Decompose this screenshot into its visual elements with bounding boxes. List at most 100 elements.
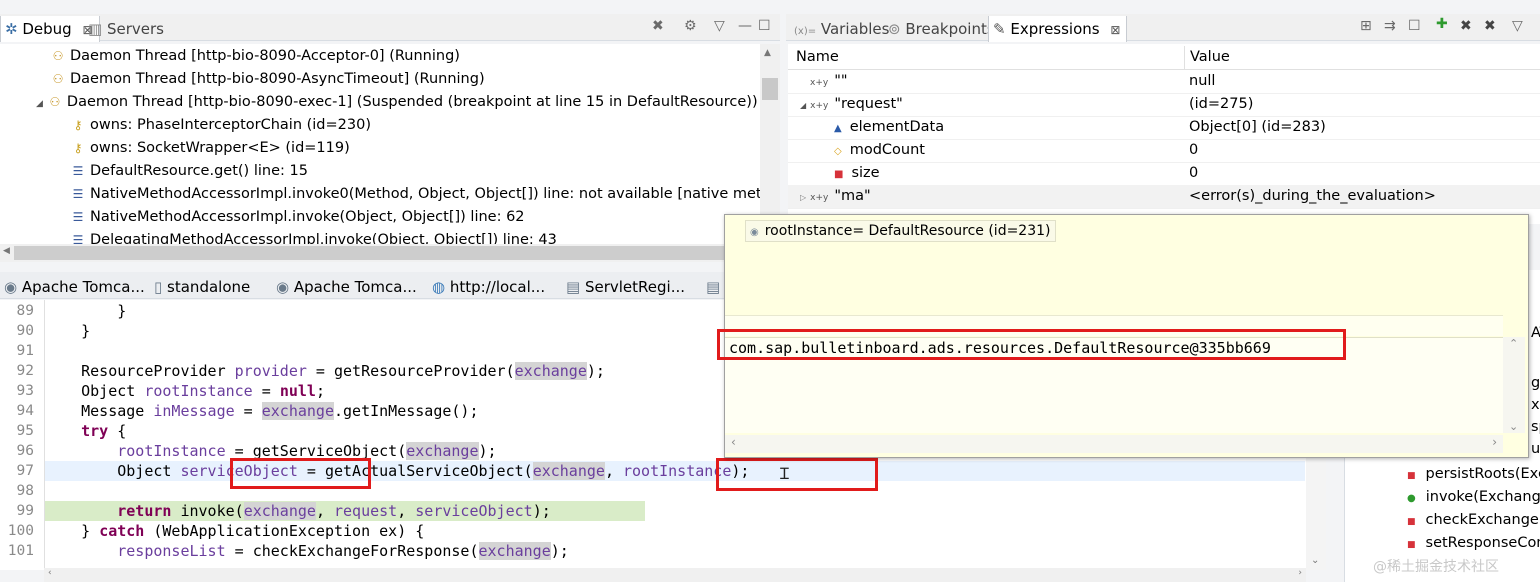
stack-frame-icon: ☰ <box>72 233 84 244</box>
tree-item[interactable]: ☰ NativeMethodAccessorImpl.invoke0(Method… <box>70 183 760 206</box>
tree-item[interactable]: ☰ NativeMethodAccessorImpl.invoke(Object,… <box>70 206 525 229</box>
view-menu-icon[interactable]: ▽ <box>1512 18 1523 34</box>
expression-name: ◇ modCount <box>834 142 925 158</box>
expression-name: x+y "" <box>810 73 848 89</box>
frame-square-icon: ■ <box>1407 471 1416 481</box>
key-icon: ⚷ <box>73 141 83 155</box>
table-row[interactable]: ▲ elementData Object[0] (id=283) <box>788 116 1540 140</box>
stack-frame-item[interactable]: ■ setResponseCont <box>1407 532 1540 554</box>
key-icon: ⚷ <box>73 118 83 132</box>
thread-icon: ⚇ <box>52 72 64 86</box>
debug-tree: ⚇ Daemon Thread [http-bio-8090-Acceptor-0… <box>0 44 760 244</box>
annotation-box-rootinstance <box>716 458 878 491</box>
scroll-thumb[interactable] <box>762 78 778 100</box>
table-row[interactable]: ◇ modCount 0 <box>788 139 1540 163</box>
tree-item[interactable]: ⚷ owns: SocketWrapper<E> (id=119) <box>70 137 350 160</box>
scroll-left-icon[interactable]: ‹ <box>48 568 52 578</box>
table-row[interactable]: x+y "" null <box>788 70 1540 94</box>
scroll-right-icon[interactable]: › <box>1492 435 1497 449</box>
stack-frame-icon: ☰ <box>72 187 84 201</box>
line-number: 93 <box>16 383 34 399</box>
field-triangle-icon: ▲ <box>834 123 842 134</box>
annotation-box-detail <box>717 329 1346 360</box>
stack-frame-item[interactable]: ■persistRoots(Exch <box>1407 463 1540 485</box>
tree-item[interactable]: ⚷ owns: PhaseInterceptorChain (id=230) <box>70 114 371 137</box>
select-all-icon[interactable]: ☐ <box>1408 18 1421 34</box>
truncated-text: ul <box>1531 441 1540 457</box>
tree-item[interactable]: ⚇ Daemon Thread [http-bio-8090-Acceptor-0… <box>50 45 460 68</box>
table-row[interactable]: ▷ x+y "ma" <error(s)_during_the_evaluation… <box>788 185 1540 209</box>
tree-item[interactable]: ⚇ Daemon Thread [http-bio-8090-AsyncTimeo… <box>50 68 485 91</box>
truncated-text: ge <box>1531 375 1540 391</box>
editor-tab-partial[interactable]: ▤ <box>702 274 726 300</box>
remove-terminated-icon[interactable]: ✖ <box>652 18 664 34</box>
breakpoints-icon: ⊚ <box>888 20 901 38</box>
collapsed-arrow-icon[interactable]: ▷ <box>800 193 806 202</box>
expanded-arrow-icon[interactable]: ◢ <box>36 99 43 109</box>
field-square-icon: ■ <box>834 169 844 180</box>
popup-vscrollbar[interactable]: ⌃ ⌄ <box>1503 337 1525 433</box>
scroll-up-icon[interactable]: ▲ <box>764 48 771 58</box>
code-line: responseList = checkExchangeForResponse(… <box>117 542 569 560</box>
show-types-icon[interactable]: ⊞ <box>1360 18 1372 34</box>
view-menu-icon[interactable]: ▽ <box>714 18 725 34</box>
tab-variables[interactable]: (x)= Variables <box>790 16 895 42</box>
stack-frame-item[interactable]: ● invoke(Exchange <box>1407 486 1540 508</box>
editor-tab[interactable]: ◉ Apache Tomca... <box>272 274 423 300</box>
tab-expressions[interactable]: ✎ Expressions ⊠ <box>988 16 1128 42</box>
code-line: } <box>45 302 127 320</box>
stack-frame-icon: ☰ <box>72 210 84 224</box>
popup-hscrollbar[interactable]: ‹ › <box>725 435 1503 453</box>
minimize-icon[interactable]: — <box>738 18 752 34</box>
expanded-arrow-icon[interactable]: ◢ <box>800 101 806 110</box>
editor-hscrollbar[interactable]: ‹ › <box>44 568 1306 582</box>
tab-servers[interactable]: ▥ Servers <box>84 16 170 42</box>
class-file-icon: ▤ <box>566 278 581 296</box>
scroll-down-icon[interactable]: ⌄ <box>1311 555 1319 566</box>
truncated-text: sp <box>1531 419 1540 435</box>
debug-settings-icon[interactable]: ⚙ <box>684 18 697 34</box>
frame-square-icon: ■ <box>1407 540 1416 550</box>
expression-name: ▲ elementData <box>834 119 945 135</box>
table-row[interactable]: ◢ x+y "request" (id=275) <box>788 93 1540 117</box>
annotation-box-serviceobject <box>230 458 371 489</box>
expression-value: (id=275) <box>1189 96 1254 112</box>
close-icon[interactable]: ⊠ <box>1110 23 1120 37</box>
scroll-left-icon[interactable]: ‹ <box>731 435 736 449</box>
collapse-all-icon[interactable]: ⇉ <box>1384 18 1396 34</box>
popup-variable-row[interactable]: ◉ rootInstance= DefaultResource (id=231) <box>745 220 1056 242</box>
scroll-up-icon[interactable]: ⌃ <box>1509 337 1518 350</box>
editor-tab[interactable]: ▤ ServletRegi... <box>562 274 691 300</box>
remove-all-icon[interactable]: ✖ <box>1484 18 1496 34</box>
tree-item[interactable]: ☰ DelegatingMethodAccessorImpl.invoke(Obj… <box>70 229 557 244</box>
truncated-text: xc <box>1531 397 1540 413</box>
editor-tab[interactable]: ◉ Apache Tomca... <box>0 274 151 300</box>
editor-tab[interactable]: ◍ http://local... <box>428 274 551 300</box>
code-line: Object rootInstance = null; <box>45 382 325 400</box>
tab-breakpoints[interactable]: ⊚ Breakpoints <box>884 16 1001 42</box>
table-row[interactable]: ■ size 0 <box>788 162 1540 186</box>
scroll-thumb[interactable] <box>14 246 758 260</box>
code-line: return invoke(exchange, request, service… <box>117 502 551 520</box>
column-divider[interactable] <box>1184 46 1185 69</box>
expressions-table: Name Value x+y "" null ◢ x+y "request" (id=… <box>788 44 1540 224</box>
column-header-value[interactable]: Value <box>1190 46 1230 69</box>
scroll-down-icon[interactable]: ⌄ <box>1509 420 1518 433</box>
expressions-icon: ✎ <box>993 20 1006 38</box>
scroll-right-icon[interactable]: › <box>1298 568 1302 578</box>
add-expression-icon[interactable]: ✚ <box>1436 16 1448 32</box>
scroll-left-icon[interactable]: ◀ <box>3 246 10 256</box>
tree-hscrollbar[interactable]: ◀ <box>0 244 780 262</box>
line-number: 92 <box>16 363 34 379</box>
maximize-icon[interactable]: ☐ <box>758 18 771 34</box>
remove-icon[interactable]: ✖ <box>1460 18 1472 34</box>
tree-item[interactable]: ☰ DefaultResource.get() line: 15 <box>70 160 308 183</box>
globe-icon: ◍ <box>432 278 446 296</box>
editor-tab[interactable]: ▯ standalone <box>150 274 256 300</box>
tree-item[interactable]: ◢ ⚇ Daemon Thread [http-bio-8090-exec-1] (… <box>36 91 758 114</box>
variables-icon: (x)= <box>794 26 817 37</box>
line-number: 89 <box>16 303 34 319</box>
variable-hover-popup[interactable]: ◉ rootInstance= DefaultResource (id=231) … <box>717 214 1529 458</box>
stack-frame-item[interactable]: ■checkExchangeFo <box>1407 509 1540 531</box>
column-header-name[interactable]: Name <box>796 46 839 69</box>
